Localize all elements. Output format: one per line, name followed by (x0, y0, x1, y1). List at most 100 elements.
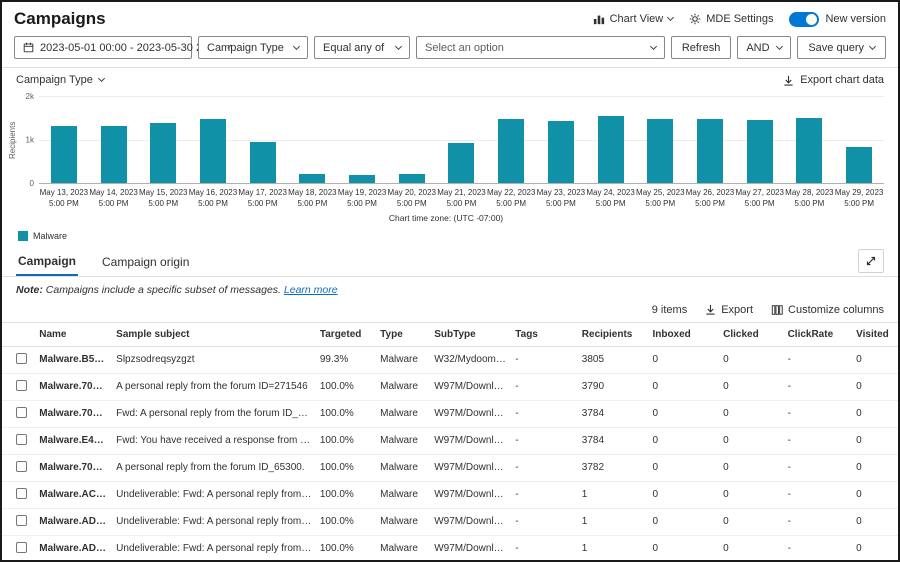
chart-bar[interactable] (647, 118, 674, 183)
column-header-sample-subject[interactable]: Sample subject (112, 321, 316, 347)
cell-subtype: W97M/Downloader... (430, 400, 512, 428)
row-checkbox[interactable] (16, 406, 27, 418)
column-header-visited[interactable]: Visited (852, 321, 898, 347)
tab-campaign[interactable]: Campaign (16, 247, 79, 277)
chart-bar[interactable] (597, 116, 624, 183)
row-checkbox[interactable] (16, 541, 27, 553)
new-version-toggle[interactable] (789, 11, 820, 27)
row-checkbox[interactable] (16, 487, 27, 499)
cell-name[interactable]: Malware.ADAED514 (35, 535, 113, 560)
chart-column (785, 96, 835, 183)
export-button[interactable]: Export (705, 304, 753, 316)
row-checkbox[interactable] (16, 514, 27, 526)
campaign-type-filter[interactable]: Campaign Type (198, 36, 308, 59)
operator-dropdown[interactable]: Equal any of (314, 36, 410, 59)
row-checkbox[interactable] (16, 379, 27, 391)
cell-name[interactable]: Malware.AD13F809 (35, 508, 113, 536)
legend-item-malware[interactable]: Malware (8, 223, 884, 247)
table-row[interactable]: Malware.70E375EFA personal reply from th… (2, 373, 898, 401)
cell-clicked: 0 (719, 346, 784, 374)
cell-name[interactable]: Malware.AC6FF917 (35, 481, 113, 509)
chart-column (437, 96, 487, 183)
chart-bar[interactable] (50, 126, 77, 183)
table-row[interactable]: Malware.70E375AFFwd: A personal reply fr… (2, 400, 898, 428)
table-row[interactable]: Malware.B571D3D7Slpzsodreqsyzgzt99.3%Mal… (2, 346, 898, 374)
cell-targeted: 100.0% (315, 454, 377, 482)
customize-columns-button[interactable]: Customize columns (771, 304, 884, 316)
table-row[interactable]: Malware.70E375EFA personal reply from th… (2, 454, 898, 482)
chart-bar[interactable] (498, 119, 525, 183)
row-checkbox[interactable] (16, 460, 27, 472)
cell-name[interactable]: Malware.70E375EF (35, 454, 113, 482)
learn-more-link[interactable]: Learn more (284, 284, 338, 296)
chart-column (486, 96, 536, 183)
chart-column (536, 96, 586, 183)
cell-subtype: W32/Mydoom.EKD... (430, 346, 512, 374)
x-axis-label: May 26, 2023 5:00 PM (685, 188, 735, 208)
chart-bar[interactable] (299, 174, 326, 183)
tab-campaign-origin[interactable]: Campaign origin (100, 248, 191, 275)
chart-bar[interactable] (547, 120, 574, 183)
cell-name[interactable]: Malware.70E375AF (35, 400, 113, 428)
recipients-bar-chart: Recipients 2k 1k 0 May 13, 2023 5:00 PM Ma… (2, 92, 898, 247)
chart-view-dropdown[interactable]: Chart View (593, 13, 675, 25)
chart-bar[interactable] (696, 119, 723, 183)
column-header-name[interactable]: Name (35, 321, 113, 347)
and-dropdown[interactable]: AND (737, 36, 792, 59)
chart-bar[interactable] (199, 118, 226, 183)
chart-plot (39, 96, 884, 184)
x-axis-label: May 13, 2023 5:00 PM (39, 188, 89, 208)
calendar-icon (23, 42, 34, 53)
cell-name[interactable]: Malware.E4E375EF (35, 427, 113, 455)
column-header-recipients[interactable]: Recipients (577, 321, 649, 347)
value-select-placeholder: Select an option (425, 41, 504, 54)
cell-name[interactable]: Malware.B571D3D7 (35, 346, 113, 374)
chart-bar[interactable] (100, 125, 127, 183)
chart-bar[interactable] (796, 118, 823, 183)
column-header-type[interactable]: Type (376, 321, 431, 347)
table-row[interactable]: Malware.E4E375EFFwd: You have received a… (2, 427, 898, 455)
cell-visited: 0 (852, 481, 898, 509)
value-select-dropdown[interactable]: Select an option (416, 36, 665, 59)
table-row[interactable]: Malware.AC6FF917Undeliverable: Fwd: A pe… (2, 481, 898, 509)
expand-button[interactable] (858, 249, 884, 274)
row-checkbox[interactable] (16, 433, 27, 445)
chart-bar[interactable] (150, 123, 177, 183)
x-axis-label: May 22, 2023 5:00 PM (486, 188, 536, 208)
save-query-button[interactable]: Save query (797, 36, 886, 59)
row-checkbox[interactable] (16, 352, 27, 364)
chart-timezone-note: Chart time zone: (UTC -07:00) (388, 212, 504, 223)
cell-targeted: 100.0% (315, 481, 377, 509)
mde-settings-button[interactable]: MDE Settings (689, 13, 773, 25)
chart-bar[interactable] (398, 174, 425, 183)
export-chart-button[interactable]: Export chart data (783, 74, 884, 86)
cell-inboxed: 0 (648, 400, 720, 428)
chevron-down-icon (868, 42, 877, 50)
chart-bar[interactable] (349, 174, 376, 183)
date-range-filter[interactable]: 2023-05-01 00:00 - 2023-05-30 23:59 (14, 36, 233, 59)
column-header-clickrate[interactable]: ClickRate (783, 321, 853, 347)
column-header-inboxed[interactable]: Inboxed (648, 321, 720, 347)
cell-recipients: 1 (577, 481, 649, 509)
group-by-label: Campaign Type (16, 74, 93, 86)
cell-type: Malware (376, 535, 431, 560)
x-axis-label: May 28, 2023 5:00 PM (785, 188, 834, 208)
chart-bar[interactable] (846, 147, 873, 183)
cell-name[interactable]: Malware.70E375EF (35, 373, 113, 401)
group-by-dropdown[interactable]: Campaign Type (16, 74, 105, 86)
table-row[interactable]: Malware.AD13F809Undeliverable: Fwd: A pe… (2, 508, 898, 536)
column-header-tags[interactable]: Tags (511, 321, 578, 347)
column-header-targeted[interactable]: Targeted (315, 321, 377, 347)
table-row[interactable]: Malware.ADAED514Undeliverable: Fwd: A pe… (2, 535, 898, 560)
cell-type: Malware (376, 508, 431, 536)
chart-bar[interactable] (746, 119, 773, 183)
refresh-button[interactable]: Refresh (670, 36, 732, 59)
chart-bar[interactable] (448, 142, 475, 183)
column-header-subtype[interactable]: SubType (430, 321, 512, 347)
chart-column (238, 96, 288, 183)
table-toolbar: 9 items Export Customize columns (2, 298, 898, 322)
chart-bar[interactable] (249, 141, 276, 183)
x-axis-label: May 14, 2023 5:00 PM (89, 188, 138, 208)
column-header-clicked[interactable]: Clicked (719, 321, 784, 347)
cell-clickrate: - (783, 454, 853, 482)
